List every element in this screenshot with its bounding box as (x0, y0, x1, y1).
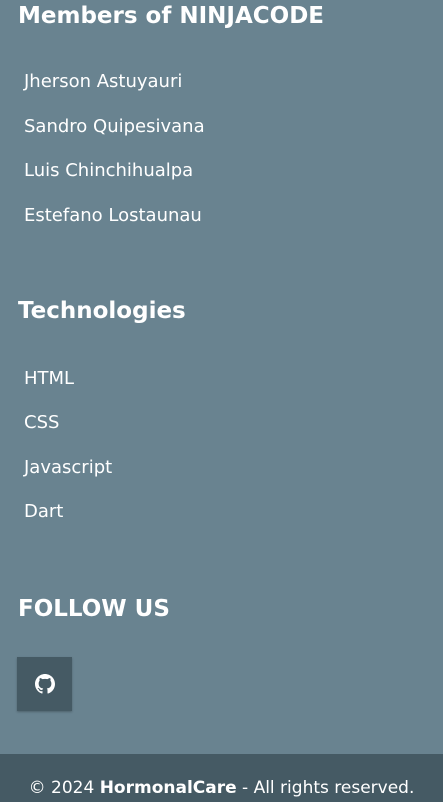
follow-us-title: FOLLOW US (18, 596, 170, 622)
copyright-suffix: - All rights reserved. (236, 778, 415, 798)
technologies-list: HTML CSS Javascript Dart (24, 366, 112, 543)
member-item: Luis Chinchihualpa (24, 160, 194, 182)
member-item: Estefano Lostaunau (24, 205, 202, 227)
technology-item: Dart (24, 500, 64, 522)
technology-item: CSS (24, 412, 60, 434)
technology-item: Javascript (24, 456, 113, 478)
brand-name: HormonalCare (99, 778, 237, 798)
technologies-title: Technologies (18, 298, 186, 324)
members-list: Jherson Astuyauri Sandro Quipesivana Lui… (24, 69, 205, 248)
copyright-prefix: © 2024 (28, 778, 100, 798)
member-item: Sandro Quipesivana (24, 115, 205, 137)
technology-item: HTML (24, 368, 75, 389)
copyright-text: © 2024 HormonalCare - All rights reserve… (0, 777, 443, 799)
github-icon (34, 674, 55, 694)
members-title: Members of NINJACODE (18, 3, 325, 29)
site-footer: Members of NINJACODE Jherson Astuyauri S… (0, 0, 443, 802)
github-button[interactable] (17, 657, 72, 711)
copyright-bar: © 2024 HormonalCare - All rights reserve… (0, 754, 443, 802)
member-item: Jherson Astuyauri (24, 71, 183, 92)
